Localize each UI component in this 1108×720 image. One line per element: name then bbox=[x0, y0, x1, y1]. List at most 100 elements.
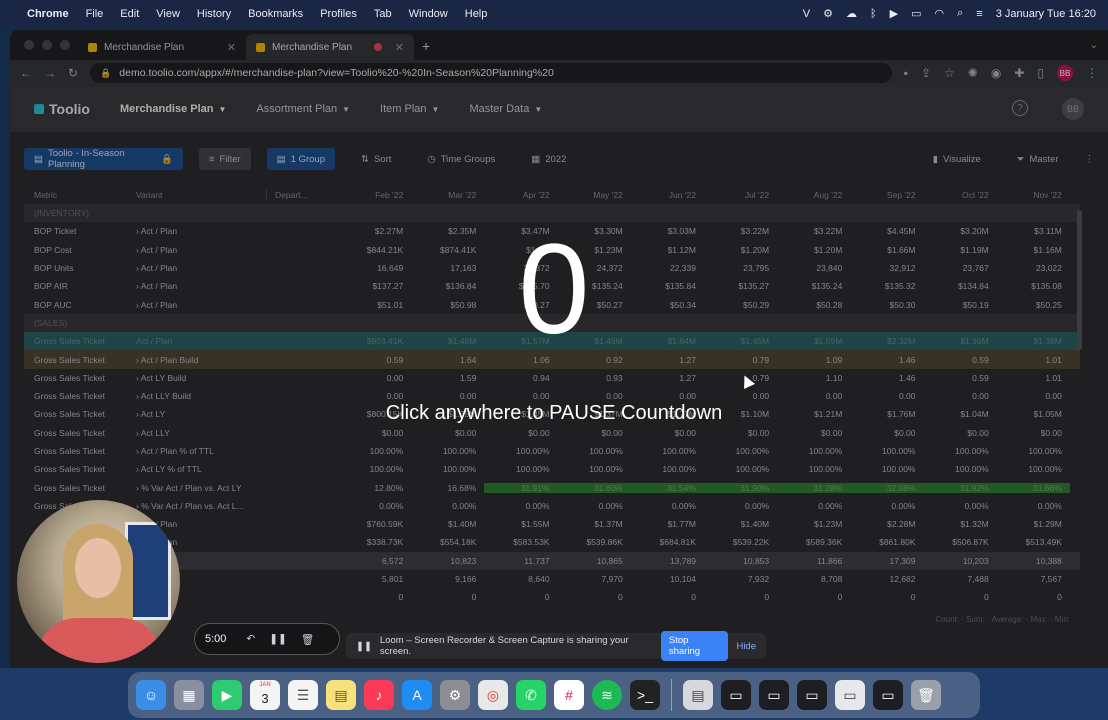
cell-value[interactable]: 10,203 bbox=[924, 556, 997, 566]
cell-value[interactable]: 0.59 bbox=[924, 373, 997, 383]
window-thumbnail-icon[interactable]: ▭ bbox=[797, 680, 827, 710]
cell-value[interactable]: 31.66% bbox=[996, 482, 1070, 493]
cell-value[interactable]: $1.40M bbox=[411, 519, 484, 529]
app-store-icon[interactable]: A bbox=[402, 680, 432, 710]
cell-value[interactable]: $506.87K bbox=[924, 537, 997, 547]
countdown-pause-message[interactable]: Click anywhere to PAUSE Countdown bbox=[0, 402, 1108, 425]
countdown-number[interactable]: 0 bbox=[0, 220, 1108, 360]
stop-sharing-button[interactable]: Stop sharing bbox=[660, 631, 729, 661]
back-arrow-icon[interactable]: ← bbox=[20, 66, 32, 80]
cell-value[interactable]: 0 bbox=[631, 592, 704, 602]
cell-value[interactable]: $861.80K bbox=[850, 537, 923, 547]
kebab-menu-icon[interactable]: ⋮ bbox=[1086, 66, 1098, 80]
close-tab-icon[interactable]: ✕ bbox=[227, 41, 236, 54]
search-icon[interactable]: ⌕ bbox=[957, 7, 963, 20]
cell-value[interactable]: 1.01 bbox=[997, 373, 1070, 383]
cell-value[interactable]: $338.73K bbox=[338, 537, 411, 547]
cell-value[interactable]: 11,737 bbox=[484, 556, 557, 566]
cell-value[interactable]: 7,488 bbox=[924, 574, 997, 584]
col-month[interactable]: Jun '22 bbox=[631, 190, 704, 200]
cell-value[interactable]: 100.00% bbox=[411, 464, 484, 474]
col-department[interactable]: Depart... bbox=[266, 190, 338, 200]
cell-value[interactable]: $539.22K bbox=[704, 537, 777, 547]
cell-value[interactable]: $1.55M bbox=[484, 519, 557, 529]
table-row[interactable]: Gross Sales Ticket › Act LY % of TTL 100.0… bbox=[24, 460, 1080, 478]
year-button[interactable]: ▦ 2022 bbox=[521, 148, 576, 170]
user-avatar[interactable]: BB bbox=[1062, 98, 1084, 120]
cell-value[interactable]: 0.00 bbox=[411, 391, 484, 401]
cell-value[interactable]: $2.28M bbox=[850, 519, 923, 529]
window-thumbnail-icon[interactable]: ▭ bbox=[721, 680, 751, 710]
cell-value[interactable]: 8,640 bbox=[484, 574, 557, 584]
chrome-icon[interactable]: ◎ bbox=[478, 680, 508, 710]
cell-value[interactable]: $0.00 bbox=[850, 428, 923, 438]
tab-merchandise-plan-2[interactable]: Merchandise Plan ✕ bbox=[246, 34, 414, 60]
cell-value[interactable]: 0.00 bbox=[924, 391, 997, 401]
cell-value[interactable]: 100.00% bbox=[558, 464, 631, 474]
cell-value[interactable]: 12.80% bbox=[338, 483, 411, 493]
v-app-icon[interactable]: V bbox=[803, 8, 810, 20]
cell-value[interactable]: 17,309 bbox=[850, 556, 923, 566]
menu-app-name[interactable]: Chrome bbox=[27, 8, 69, 20]
col-month[interactable]: Sep '22 bbox=[850, 190, 923, 200]
cell-value[interactable]: $684.81K bbox=[631, 537, 704, 547]
cell-value[interactable]: 0 bbox=[997, 592, 1070, 602]
col-month[interactable]: Feb '22 bbox=[338, 190, 411, 200]
menu-file[interactable]: File bbox=[86, 8, 104, 20]
cell-value[interactable]: 0 bbox=[411, 592, 484, 602]
cell-value[interactable]: $0.00 bbox=[558, 428, 631, 438]
cell-value[interactable]: $760.59K bbox=[338, 519, 411, 529]
cell-value[interactable]: 0.00% bbox=[558, 501, 631, 511]
cell-value[interactable]: 100.00% bbox=[631, 446, 704, 456]
whatsapp-icon[interactable]: ✆ bbox=[516, 680, 546, 710]
bookmark-star-icon[interactable]: ☆ bbox=[944, 66, 955, 80]
cell-value[interactable]: $0.00 bbox=[997, 428, 1070, 438]
table-row[interactable]: 5,801 9,166 8,640 7,970 10,104 7,932 8,708 12,6… bbox=[24, 570, 1080, 588]
tab-merchandise-plan-1[interactable]: Merchandise Plan ✕ bbox=[78, 34, 246, 60]
table-row[interactable]: Gross Sales Ticket› % Var Act / Plan vs.… bbox=[24, 497, 1080, 515]
cell-value[interactable]: $0.00 bbox=[484, 428, 557, 438]
slack-icon[interactable]: # bbox=[554, 680, 584, 710]
cell-value[interactable]: $554.18K bbox=[411, 537, 484, 547]
reminders-icon[interactable]: ☰ bbox=[288, 680, 318, 710]
cell-variant[interactable]: › Act LLY Build bbox=[126, 391, 266, 401]
battery-icon[interactable]: ▭ bbox=[911, 7, 921, 20]
col-month[interactable]: Oct '22 bbox=[924, 190, 997, 200]
cell-value[interactable]: 0 bbox=[558, 592, 631, 602]
sort-button[interactable]: ⇅ Sort bbox=[351, 148, 401, 170]
menu-bookmarks[interactable]: Bookmarks bbox=[248, 8, 303, 20]
table-row[interactable]: Gross Sales Ticket › Act / Plan % of TTL 1… bbox=[24, 442, 1080, 460]
cell-value[interactable]: 1.59 bbox=[411, 373, 484, 383]
bluetooth-icon[interactable]: ᛒ bbox=[870, 8, 877, 20]
address-bar[interactable]: 🔒 demo.toolio.com/appx/#/merchandise-pla… bbox=[90, 63, 892, 83]
cell-value[interactable]: 100.00% bbox=[777, 446, 850, 456]
cell-value[interactable]: 100.00% bbox=[704, 464, 777, 474]
table-row[interactable]: Gross Sales Ticket › Act LLY $0.00 $0.00 $0.… bbox=[24, 424, 1080, 442]
cell-value[interactable]: 100.00% bbox=[997, 464, 1070, 474]
menu-view[interactable]: View bbox=[156, 8, 180, 20]
cell-value[interactable]: $0.00 bbox=[338, 428, 411, 438]
cell-value[interactable]: 100.00% bbox=[338, 464, 411, 474]
spotify-icon[interactable]: ≋ bbox=[592, 680, 622, 710]
window-thumbnail-icon[interactable]: ▭ bbox=[873, 680, 903, 710]
cell-value[interactable]: 0 bbox=[484, 592, 557, 602]
table-row[interactable]: › Act / Plan$338.73K$554.18K$583.53K$539… bbox=[24, 533, 1080, 551]
cell-value[interactable]: 31.60% bbox=[557, 482, 631, 493]
more-options-icon[interactable]: ⋮ bbox=[1085, 154, 1095, 165]
cell-value[interactable]: 100.00% bbox=[997, 446, 1070, 456]
close-window-button[interactable] bbox=[24, 40, 34, 50]
cell-value[interactable]: $0.00 bbox=[924, 428, 997, 438]
cell-value[interactable]: 100.00% bbox=[631, 464, 704, 474]
cell-value[interactable]: 1.46 bbox=[850, 373, 923, 383]
puzzle-extensions-icon[interactable]: ✚ bbox=[1014, 66, 1024, 80]
cell-value[interactable]: $1.32M bbox=[924, 519, 997, 529]
document-thumbnail-icon[interactable]: ▤ bbox=[683, 680, 713, 710]
profile-avatar[interactable]: BB bbox=[1057, 65, 1073, 81]
cell-value[interactable]: $589.36K bbox=[777, 537, 850, 547]
cell-value[interactable]: 0.94 bbox=[484, 373, 557, 383]
sidebar-icon[interactable]: ▯ bbox=[1037, 66, 1044, 80]
cell-value[interactable]: 31.91% bbox=[484, 482, 558, 493]
cell-value[interactable]: 0 bbox=[338, 592, 411, 602]
play-icon[interactable]: ▶ bbox=[890, 7, 898, 20]
cell-value[interactable]: 31.54% bbox=[630, 482, 704, 493]
